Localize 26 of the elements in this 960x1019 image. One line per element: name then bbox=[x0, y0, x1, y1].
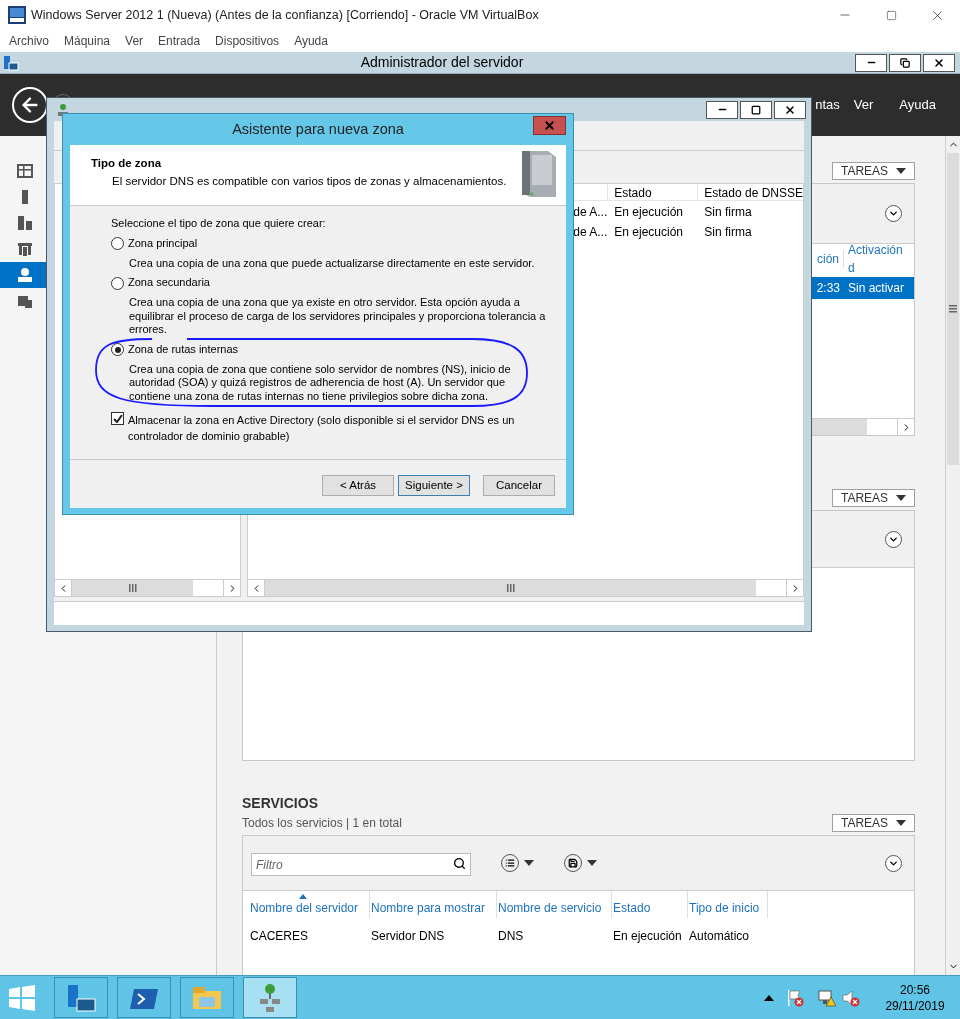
table-cell-text: Automático bbox=[688, 927, 751, 945]
table-cell-text: Sin firma bbox=[703, 223, 752, 241]
table-cell-text: Sin firma bbox=[703, 203, 752, 221]
table-cell-text: 2:33 bbox=[815, 280, 841, 297]
option-description: Crea una copia de una zona que puede actualizarse directamente en este servidor. bbox=[129, 256, 536, 270]
step-description: El servidor DNS es compatible con varios tipos de zonas y almacenamientos. bbox=[111, 174, 508, 190]
clock-date: 29/11/2019 bbox=[885, 997, 945, 1014]
table-cell-text: En ejecución bbox=[613, 203, 684, 221]
step-title: Tipo de zona bbox=[91, 156, 163, 171]
table-cell-text: Servidor DNS bbox=[370, 927, 446, 945]
table-cell-text: CACERES bbox=[249, 927, 309, 945]
table-cell-text: En ejecución bbox=[612, 927, 683, 945]
dialog-title: Asistente para nueva zona bbox=[231, 119, 405, 139]
option-description: Crea una copia de una zona que ya existe en otro servidor. Esta opción ayuda a equilibrar el proceso de carga de los servidores principales y proporciona tolerancia a errores. bbox=[129, 296, 547, 337]
clock-time: 20:56 bbox=[900, 981, 930, 998]
table-cell-text: de A... bbox=[573, 203, 608, 221]
table-cell-text: de A... bbox=[573, 223, 608, 241]
prompt-text: Seleccione el tipo de zona que quiere crear: bbox=[111, 217, 327, 231]
option-description: Crea una copia de zona que contiene solo servidor de nombres (NS), inicio de autoridad (SOA) y quizá registros de adherencia de host (A). Un servidor que contiene una zona de rutas internas no tiene privilegios sobre dicha zona. bbox=[129, 362, 512, 403]
table-cell-text: DNS bbox=[497, 927, 525, 945]
table-cell-text: En ejecución bbox=[613, 223, 684, 241]
section-title: SERVICIOS bbox=[242, 794, 319, 813]
window-title: Windows Server 2012 1 (Nueva) (Antes de la confianza) [Corriendo] - Oracle VM VirtualBox bbox=[31, 6, 539, 24]
table-cell-text: Sin activar bbox=[847, 280, 906, 297]
section-subtitle: Todos los servicios | 1 en total bbox=[242, 815, 402, 832]
window-title: Administrador del servidor bbox=[359, 53, 525, 72]
